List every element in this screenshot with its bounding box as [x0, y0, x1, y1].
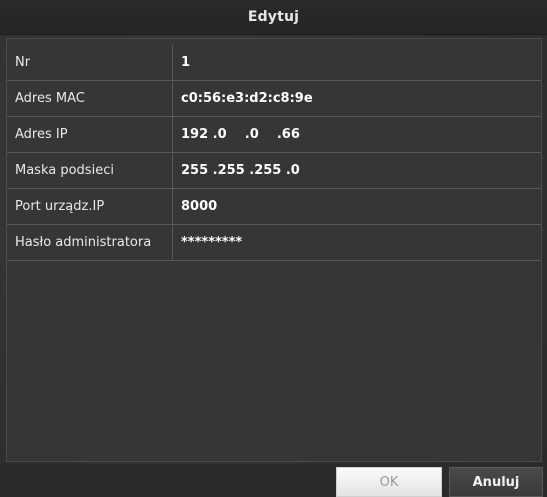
- field-label-device-port: Port urządz.IP: [7, 189, 173, 224]
- field-label-admin-password: Hasło administratora: [7, 225, 173, 260]
- field-value-device-port[interactable]: 8000: [173, 189, 541, 224]
- cancel-button[interactable]: Anuluj: [449, 467, 543, 497]
- fields-table: Nr 1 Adres MAC c0:56:e3:d2:c8:9e Adres I…: [7, 45, 541, 261]
- title-bar: Edytuj: [0, 0, 547, 35]
- field-row-ip-address: Adres IP 192 .0 .0 .66: [7, 117, 541, 153]
- edit-dialog: Edytuj Nr 1 Adres MAC c0:56:e3:d2:c8:9e …: [0, 0, 547, 497]
- ok-button[interactable]: OK: [336, 467, 442, 497]
- field-value-admin-password[interactable]: *********: [173, 225, 541, 260]
- field-row-subnet-mask: Maska podsieci 255 .255 .255 .0: [7, 153, 541, 189]
- field-value-ip-address[interactable]: 192 .0 .0 .66: [173, 117, 541, 152]
- field-label-number: Nr: [7, 45, 173, 80]
- field-value-number[interactable]: 1: [173, 45, 541, 80]
- field-row-device-port: Port urządz.IP 8000: [7, 189, 541, 225]
- field-label-mac-address: Adres MAC: [7, 81, 173, 116]
- field-label-ip-address: Adres IP: [7, 117, 173, 152]
- field-label-subnet-mask: Maska podsieci: [7, 153, 173, 188]
- field-row-admin-password: Hasło administratora *********: [7, 225, 541, 261]
- field-value-mac-address[interactable]: c0:56:e3:d2:c8:9e: [173, 81, 541, 116]
- dialog-title: Edytuj: [247, 9, 300, 25]
- field-row-mac-address: Adres MAC c0:56:e3:d2:c8:9e: [7, 81, 541, 117]
- field-value-subnet-mask[interactable]: 255 .255 .255 .0: [173, 153, 541, 188]
- field-row-number: Nr 1: [7, 45, 541, 81]
- fields-panel: Nr 1 Adres MAC c0:56:e3:d2:c8:9e Adres I…: [6, 38, 542, 462]
